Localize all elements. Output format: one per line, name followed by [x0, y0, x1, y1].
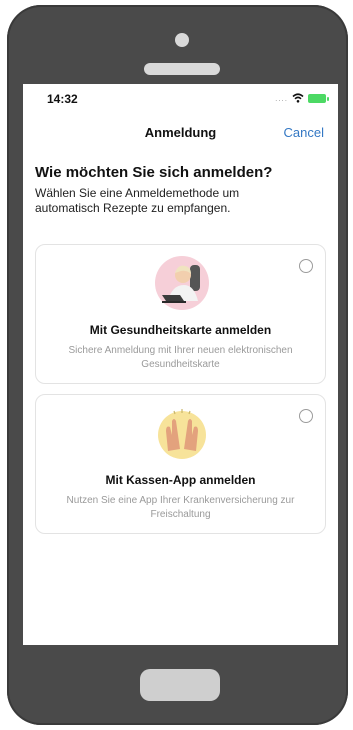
wifi-icon	[292, 93, 304, 103]
person-with-laptop-illustration	[155, 256, 209, 310]
status-icons: ....	[275, 92, 329, 104]
option-description-insurance-app: Nutzen Sie eine App Ihrer Krankenversich…	[66, 495, 295, 520]
option-title-insurance-app: Mit Kassen-App anmelden	[105, 473, 256, 487]
home-button[interactable]	[140, 669, 220, 701]
phone-screen: 14:32 .... Anmeldung Cancel Wie möchten …	[23, 84, 338, 645]
cancel-button[interactable]: Cancel	[284, 125, 324, 140]
radio-button-insurance-app[interactable]	[299, 409, 313, 423]
option-description-health-card: Sichere Anmeldung mit Ihrer neuen elektr…	[68, 345, 293, 370]
battery-icon	[308, 93, 329, 103]
status-time: 14:32	[47, 92, 78, 106]
option-card-insurance-app[interactable]: Mit Kassen-App anmelden Nutzen Sie eine …	[35, 394, 326, 534]
status-bar: 14:32 ....	[23, 84, 338, 110]
speaker-grille	[144, 63, 220, 75]
raised-hands-illustration	[158, 409, 206, 459]
option-card-health-card[interactable]: Mit Gesundheitskarte anmelden Sichere An…	[35, 244, 326, 384]
option-title-health-card: Mit Gesundheitskarte anmelden	[89, 323, 272, 337]
camera-icon	[175, 33, 189, 47]
signal-dots-icon: ....	[275, 93, 288, 103]
page-subtitle: Wählen Sie eine Anmeldemethode um automa…	[35, 186, 240, 215]
navigation-bar: Anmeldung Cancel	[23, 120, 338, 144]
page-heading: Wie möchten Sie sich anmelden?	[35, 164, 273, 181]
radio-button-health-card[interactable]	[299, 259, 313, 273]
